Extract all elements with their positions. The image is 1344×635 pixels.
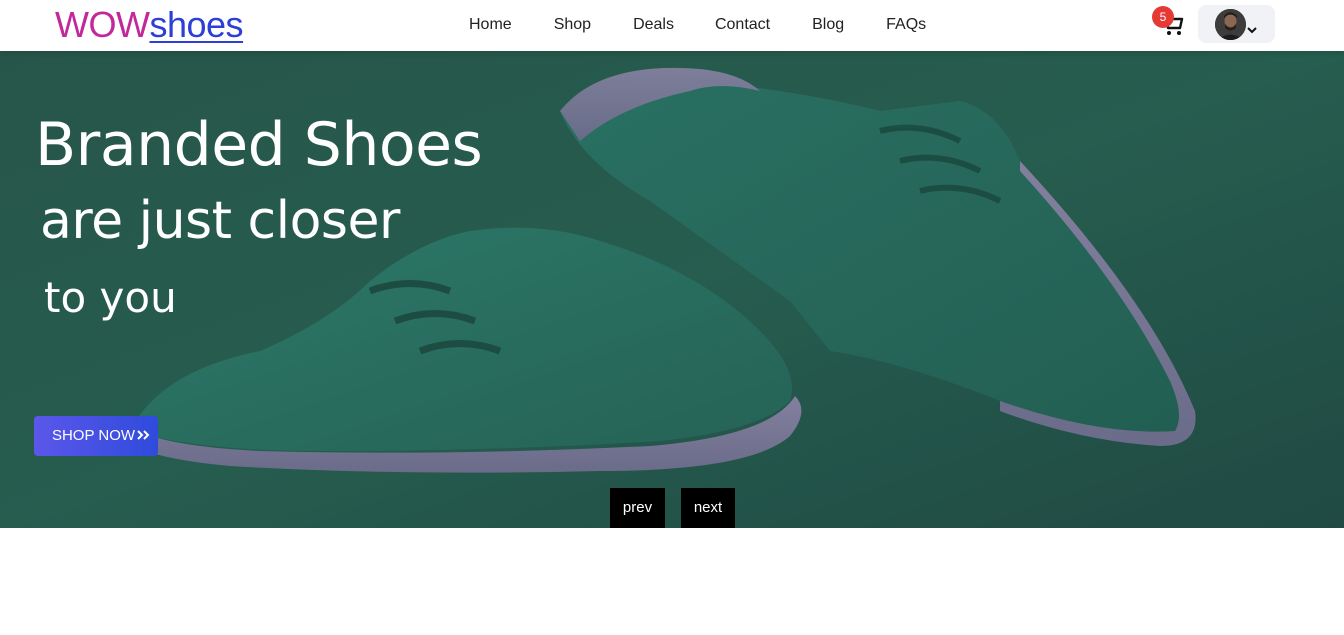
nav-link-faqs[interactable]: FAQs: [886, 15, 926, 35]
nav-link-home[interactable]: Home: [469, 15, 512, 35]
shop-now-label: SHOP NOW: [51, 427, 136, 444]
profile-menu-button[interactable]: [1198, 5, 1275, 43]
main-nav: Home Shop Deals Contact Blog FAQs: [469, 15, 926, 35]
cart-button[interactable]: 5: [1152, 6, 1186, 38]
brand-logo[interactable]: WOWshoes: [55, 4, 244, 46]
brand-logo-part2[interactable]: shoes: [149, 4, 243, 45]
avatar: [1215, 9, 1246, 40]
hero-headline-line3: to you: [44, 273, 177, 322]
navbar: WOWshoes Home Shop Deals Contact Blog FA…: [0, 0, 1344, 51]
hero-banner: Branded Shoes are just closer to you SHO…: [0, 51, 1344, 528]
brand-logo-part1: WOW: [55, 4, 150, 45]
nav-link-contact[interactable]: Contact: [715, 15, 770, 35]
hero-headline-line2: are just closer: [40, 191, 400, 251]
carousel-prev-button[interactable]: prev: [610, 488, 665, 528]
nav-link-deals[interactable]: Deals: [633, 15, 674, 35]
double-chevron-right-icon: [137, 430, 150, 440]
shop-now-button[interactable]: SHOP NOW: [34, 416, 158, 456]
nav-link-blog[interactable]: Blog: [812, 15, 844, 35]
cart-count-badge: 5: [1152, 6, 1174, 28]
chevron-down-icon: [1247, 27, 1257, 34]
carousel-next-button[interactable]: next: [681, 488, 735, 528]
nav-link-shop[interactable]: Shop: [554, 15, 591, 35]
hero-headline-line1: Branded Shoes: [35, 110, 483, 180]
